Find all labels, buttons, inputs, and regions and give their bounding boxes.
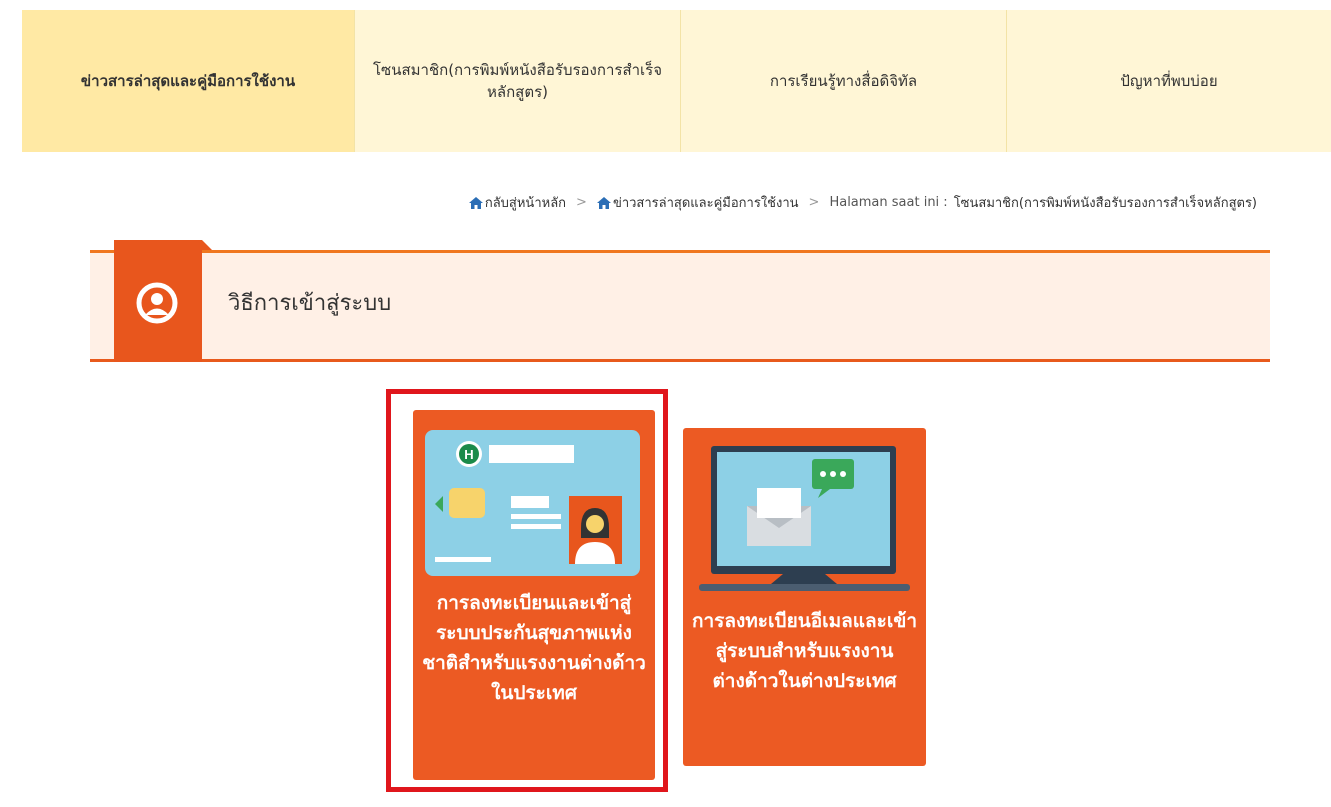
breadcrumb-section-label: ข่าวสารล่าสุดและคู่มือการใช้งาน [612,196,799,211]
breadcrumb-separator: > [576,195,587,210]
top-nav: ข่าวสารล่าสุดและคู่มือการใช้งาน โซนสมาชิ… [22,10,1331,152]
section-icon-box [114,240,212,362]
breadcrumb-current-prefix: Halaman saat ini : [829,195,948,210]
breadcrumb-home-link[interactable]: กลับสู่หน้าหลัก [468,192,567,213]
section-title: วิธีการเข้าสู่ระบบ [228,291,392,316]
breadcrumb-home-label: กลับสู่หน้าหลัก [484,196,567,211]
home-icon [596,196,611,209]
tab-member-zone[interactable]: โซนสมาชิก(การพิมพ์หนังสือรับรองการสำเร็จ… [355,10,681,152]
tab-digital-learning[interactable]: การเรียนรู้ทางสื่อดิจิทัล [681,10,1007,152]
health-card-icon: H [425,430,640,576]
breadcrumb-section-link[interactable]: ข่าวสารล่าสุดและคู่มือการใช้งาน [596,192,799,213]
tab-news-manual[interactable]: ข่าวสารล่าสุดและคู่มือการใช้งาน [22,10,355,152]
breadcrumb-current: โซนสมาชิก(การพิมพ์หนังสือรับรองการสำเร็จ… [953,196,1257,211]
breadcrumb-separator: > [808,195,820,210]
card-label: การลงทะเบียนอีเมลและเข้าสู่ระบบสำหรับแรง… [691,610,918,692]
tab-faq[interactable]: ปัญหาที่พบบ่อย [1007,10,1331,152]
monitor-mail-icon [699,446,910,591]
breadcrumb: กลับสู่หน้าหลัก > ข่าวสารล่าสุดและคู่มือ… [468,192,1257,213]
user-circle-icon [136,282,178,324]
svg-text:H: H [464,447,473,462]
card-email-login[interactable]: การลงทะเบียนอีเมลและเข้าสู่ระบบสำหรับแรง… [683,428,926,766]
home-icon [468,196,483,209]
card-national-health-login[interactable]: H การลงทะเบียนและเข้าสู่ระบบประกันสุขภาพ… [413,410,655,780]
card-label: การลงทะเบียนและเข้าสู่ระบบประกันสุขภาพแห… [422,592,646,704]
